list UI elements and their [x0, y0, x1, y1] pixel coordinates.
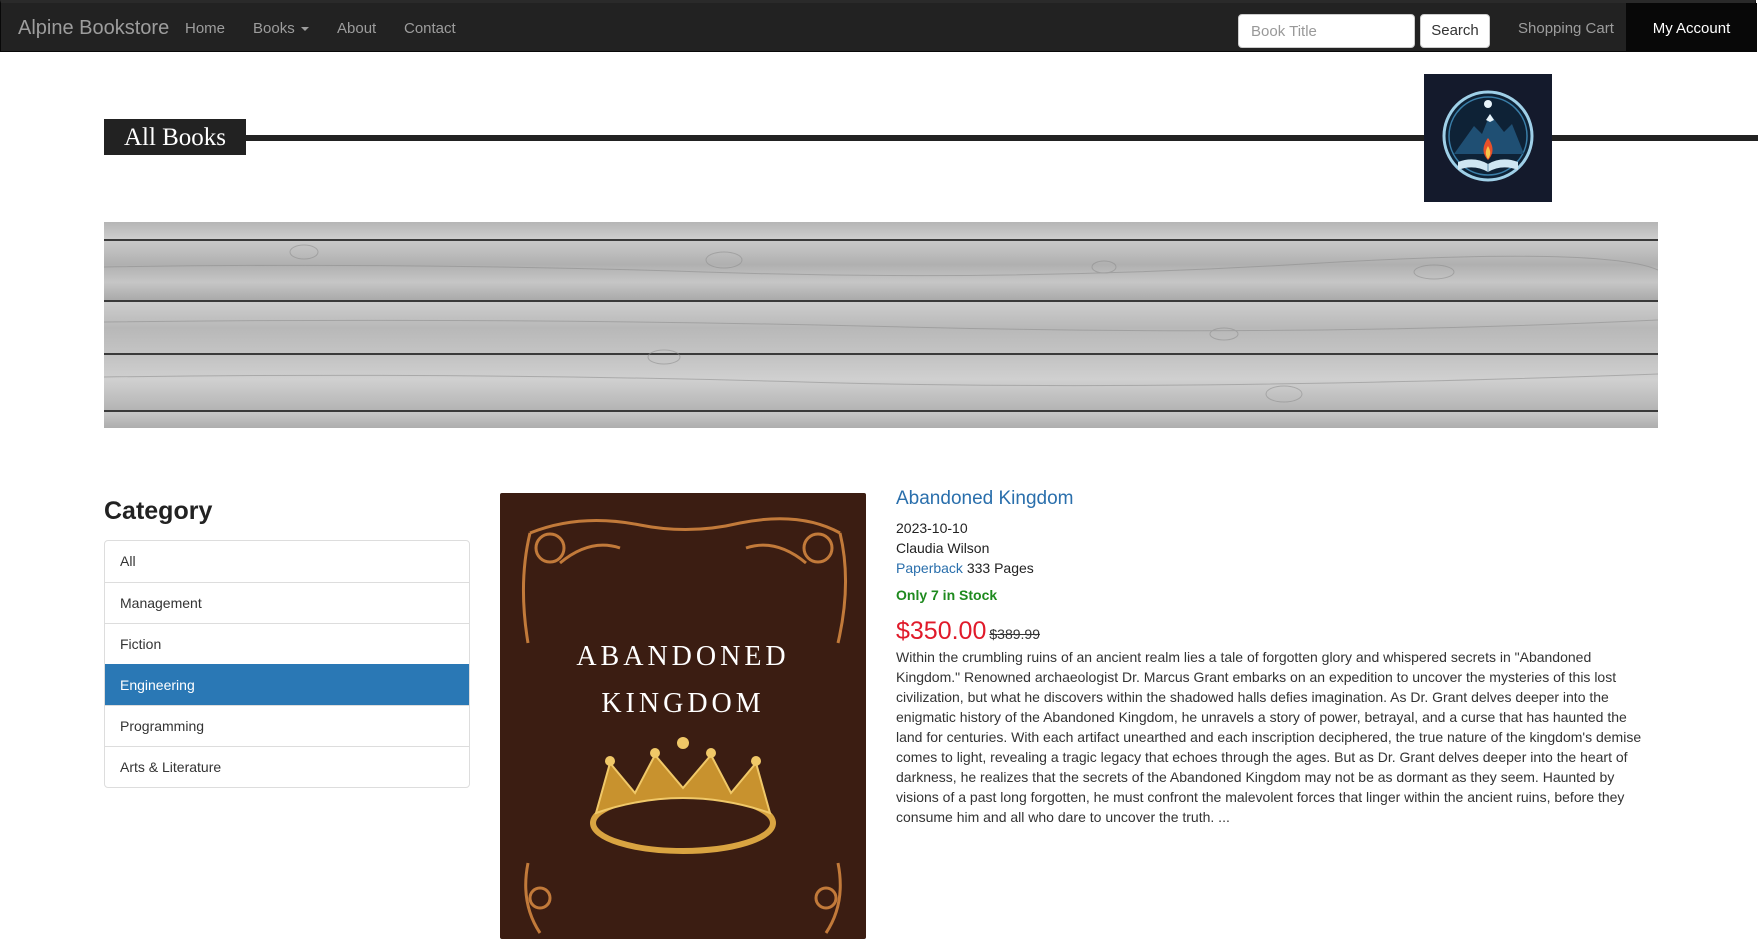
crown-icon [590, 737, 776, 854]
top-navbar: Alpine Bookstore Home Books About Contac… [0, 0, 1757, 52]
book-title-link[interactable]: Abandoned Kingdom [896, 488, 1073, 510]
wood-banner [104, 222, 1658, 428]
shopping-cart-link[interactable]: Shopping Cart [1518, 20, 1614, 37]
my-account-link[interactable]: My Account [1626, 3, 1757, 52]
book-format-pages: Paperback 333 Pages [896, 560, 1034, 576]
book-pages: 333 Pages [966, 560, 1034, 576]
book-title-search-input[interactable] [1238, 14, 1415, 48]
book-cover-image[interactable]: ABANDONED KINGDOM [500, 493, 866, 939]
book-price: $350.00 [896, 617, 987, 645]
search-button[interactable]: Search [1420, 14, 1490, 48]
category-item-fiction[interactable]: Fiction [105, 623, 469, 664]
wood-grain [104, 244, 1658, 403]
page-title: All Books [104, 119, 246, 155]
book-format-link[interactable]: Paperback [896, 560, 963, 576]
cover-title-line-2: KINGDOM [601, 688, 765, 719]
publish-date: 2023-10-10 [896, 520, 968, 536]
nav-books-label: Books [253, 20, 295, 37]
brand-link[interactable]: Alpine Bookstore [18, 17, 169, 40]
cover-title: ABANDONED KINGDOM [500, 633, 866, 727]
stock-status: Only 7 in Stock [896, 587, 998, 603]
original-price: $389.99 [989, 626, 1040, 642]
category-heading: Category [104, 497, 213, 525]
category-item-arts-literature[interactable]: Arts & Literature [105, 746, 469, 787]
category-item-programming[interactable]: Programming [105, 705, 469, 746]
nav-contact[interactable]: Contact [404, 20, 456, 37]
category-item-management[interactable]: Management [105, 582, 469, 623]
category-item-all[interactable]: All [105, 541, 469, 582]
category-item-engineering[interactable]: Engineering [105, 664, 469, 705]
nav-about[interactable]: About [337, 20, 376, 37]
category-list: All Management Fiction Engineering Progr… [104, 540, 470, 788]
price-block: $350.00 $389.99 [896, 617, 1040, 646]
caret-down-icon [300, 27, 309, 32]
book-author: Claudia Wilson [896, 540, 990, 556]
store-logo [1424, 74, 1552, 202]
cover-title-line-1: ABANDONED [576, 641, 790, 672]
nav-home[interactable]: Home [185, 20, 225, 37]
book-description: Within the crumbling ruins of an ancient… [896, 649, 1642, 825]
nav-books-dropdown[interactable]: Books [253, 20, 309, 37]
